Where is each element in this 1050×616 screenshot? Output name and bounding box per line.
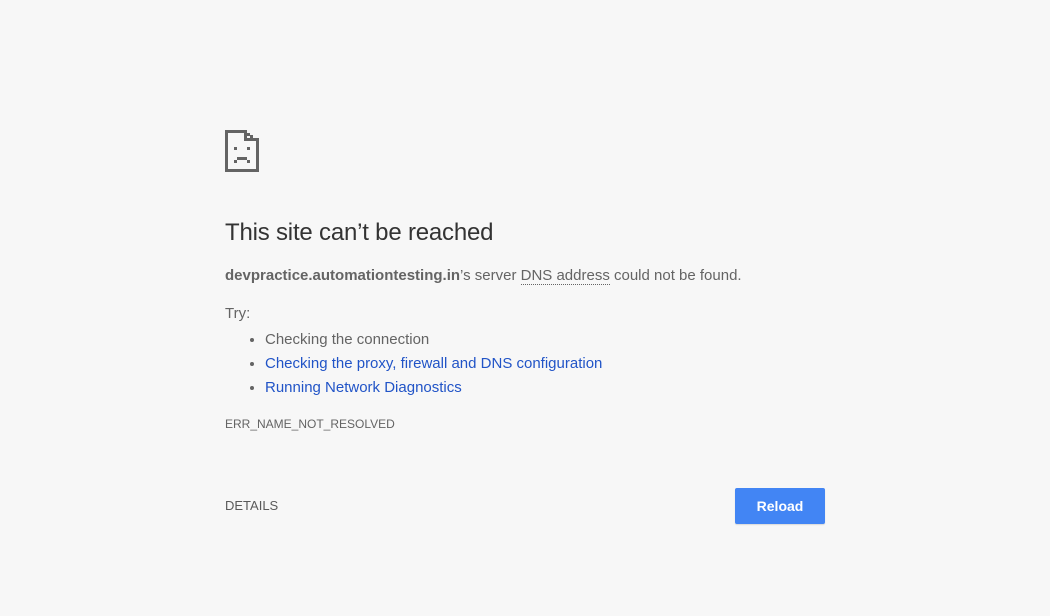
network-diagnostics-link[interactable]: Running Network Diagnostics: [265, 379, 462, 396]
error-summary: devpractice.automationtesting.in’s serve…: [225, 266, 825, 286]
error-code: ERR_NAME_NOT_RESOLVED: [225, 417, 395, 431]
dns-address-term: DNS address: [520, 267, 610, 285]
error-host: devpractice.automationtesting.in: [225, 267, 461, 284]
suggestion-network-diagnostics: Running Network Diagnostics: [265, 376, 825, 400]
sad-page-icon: [225, 130, 259, 172]
page-title: This site can’t be reached: [225, 219, 494, 246]
suggestion-check-connection: Checking the connection: [265, 328, 825, 352]
reload-button[interactable]: Reload: [735, 488, 825, 524]
suggestion-label: Checking the connection: [265, 331, 430, 348]
error-page: This site can’t be reached devpractice.a…: [0, 0, 1050, 616]
summary-text-middle: ’s server: [460, 267, 521, 284]
check-proxy-link[interactable]: Checking the proxy, firewall and DNS con…: [265, 355, 602, 372]
suggestion-check-proxy: Checking the proxy, firewall and DNS con…: [265, 352, 825, 376]
main-content: This site can’t be reached devpractice.a…: [225, 130, 825, 432]
suggestions-list: Checking the connection Checking the pro…: [225, 328, 825, 400]
details-button[interactable]: DETAILS: [225, 497, 278, 515]
summary-text-tail: could not be found.: [609, 267, 742, 284]
try-label: Try:: [225, 305, 251, 322]
